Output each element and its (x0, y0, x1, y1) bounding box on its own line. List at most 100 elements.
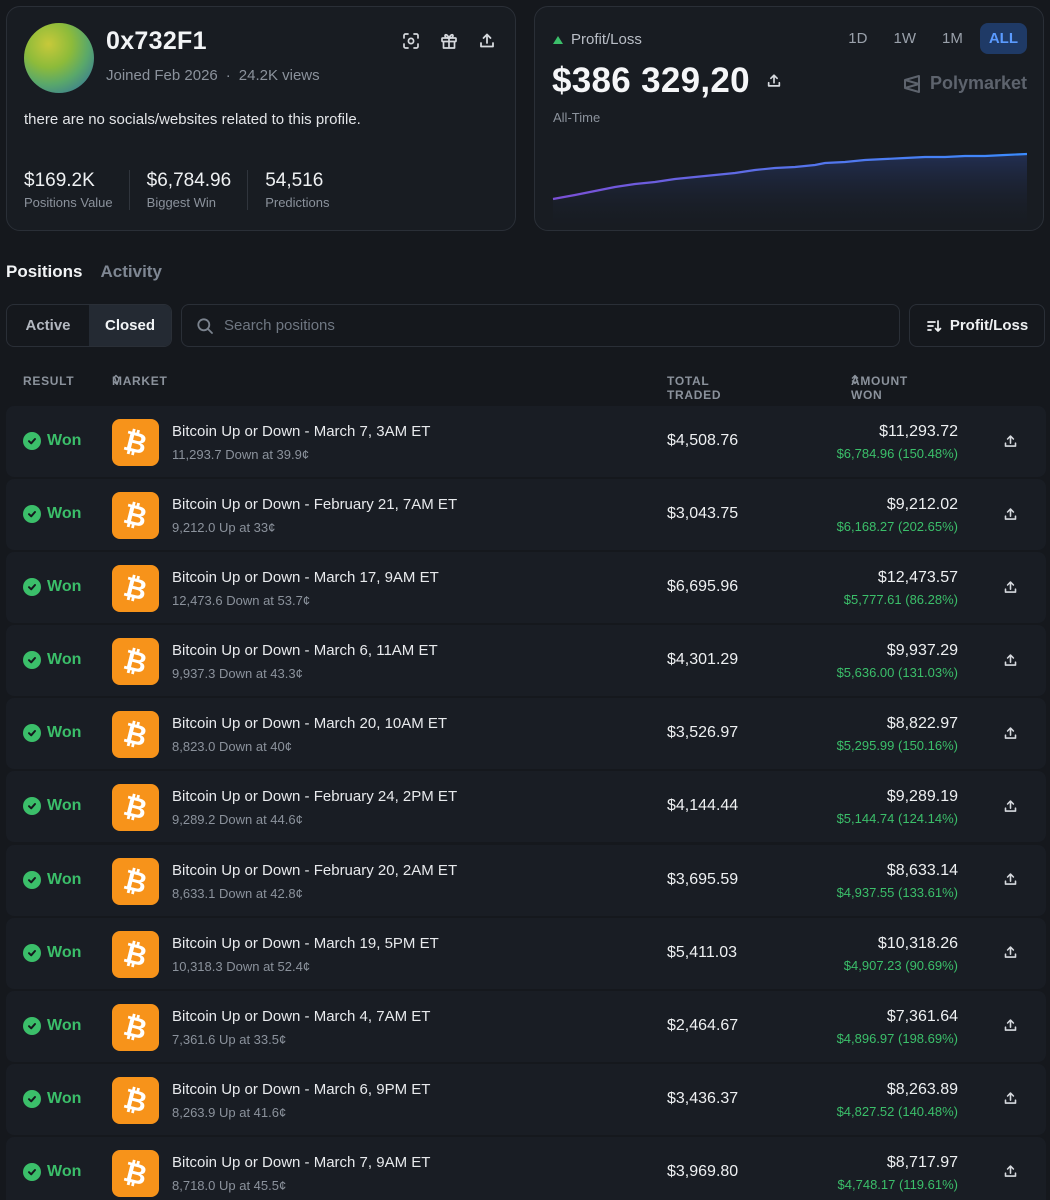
market-title[interactable]: Bitcoin Up or Down - February 21, 7AM ET (172, 496, 457, 513)
toggle-active[interactable]: Active (7, 305, 89, 346)
result-badge: Won (23, 432, 81, 450)
bitcoin-icon[interactable]: ₿ (112, 711, 159, 759)
total-traded: $4,508.76 (667, 432, 739, 449)
share-icon[interactable] (1001, 871, 1019, 889)
amount-won: $9,937.29 (886, 642, 958, 660)
table-row[interactable]: Won ₿ Bitcoin Up or Down - March 7, 3AM ET… (6, 406, 1046, 477)
table-row[interactable]: Won ₿ Bitcoin Up or Down - February 21, 7A… (6, 479, 1046, 551)
table-row[interactable]: Won ₿ Bitcoin Up or Down - February 20, 2A… (6, 844, 1046, 916)
position-detail: 7,361.6 Up at 33.5¢ (172, 1031, 287, 1047)
result-badge: Won (23, 578, 81, 597)
amount-won: $11,293.72 (879, 423, 958, 440)
market-title[interactable]: Bitcoin Up or Down - March 19, 5PM ET (172, 935, 439, 952)
range-1w[interactable]: 1W (884, 23, 925, 54)
total-traded: $3,695.59 (667, 870, 739, 888)
stat-value: $6,784.96 (146, 170, 232, 191)
result-badge: Won (23, 1016, 81, 1035)
share-icon[interactable] (1001, 1163, 1019, 1181)
header-amount-won[interactable]: AMOUNT WON (851, 374, 907, 402)
stat-label: Biggest Win (146, 195, 217, 210)
table-row[interactable]: Won ₿ Bitcoin Up or Down - February 24, 2P… (6, 771, 1046, 843)
search-input[interactable] (224, 317, 864, 334)
share-icon[interactable] (1001, 1017, 1019, 1035)
amount-won: $12,473.57 (877, 569, 958, 587)
bitcoin-icon[interactable]: ₿ (112, 638, 159, 686)
position-detail: 10,318.3 Down at 52.4¢ (172, 958, 311, 974)
bitcoin-icon[interactable]: ₿ (112, 1149, 159, 1197)
share-icon[interactable] (1001, 578, 1019, 596)
amount-won: $8,717.97 (886, 1153, 958, 1171)
brand-name: Polymarket (929, 73, 1027, 93)
stat-value: $169.2K (24, 170, 95, 191)
market-title[interactable]: Bitcoin Up or Down - March 7, 9AM ET (172, 1154, 430, 1171)
sort-button[interactable]: Profit/Loss (909, 304, 1045, 347)
header-market[interactable]: MARKET (112, 374, 167, 388)
amount-won: $8,633.14 (886, 861, 958, 879)
bitcoin-icon[interactable]: ₿ (112, 1076, 159, 1124)
bitcoin-icon[interactable]: ₿ (112, 492, 159, 540)
result-badge: Won (23, 870, 81, 889)
profile-actions (401, 31, 497, 51)
result-badge: Won (23, 1089, 81, 1108)
table-row[interactable]: Won ₿ Bitcoin Up or Down - March 20, 10AM … (6, 698, 1046, 770)
market-title[interactable]: Bitcoin Up or Down - February 24, 2PM ET (172, 788, 457, 805)
share-icon[interactable] (1001, 432, 1019, 450)
total-traded: $4,301.29 (667, 651, 739, 669)
share-icon[interactable] (1001, 1090, 1019, 1108)
share-icon[interactable] (764, 71, 784, 91)
pnl-chart-area (553, 154, 1027, 230)
range-all[interactable]: ALL (979, 23, 1027, 54)
check-circle-icon (23, 797, 41, 816)
market-title[interactable]: Bitcoin Up or Down - March 4, 7AM ET (172, 1008, 430, 1025)
gift-icon[interactable] (439, 31, 459, 51)
tab-positions[interactable]: Positions (6, 262, 83, 282)
range-1d[interactable]: 1D (839, 23, 876, 54)
profit-value: $4,907.23 (90.69%) (843, 957, 958, 973)
meta-separator: · (225, 67, 231, 84)
bitcoin-icon[interactable]: ₿ (112, 930, 159, 978)
market-title[interactable]: Bitcoin Up or Down - March 7, 3AM ET (172, 423, 430, 440)
bitcoin-icon[interactable]: ₿ (112, 565, 159, 613)
share-icon[interactable] (477, 31, 497, 51)
stat-positions-value: $169.2K Positions Value (24, 170, 130, 210)
total-traded: $3,043.75 (667, 505, 739, 523)
bitcoin-icon[interactable]: ₿ (112, 419, 159, 466)
table-row[interactable]: Won ₿ Bitcoin Up or Down - March 17, 9AM E… (6, 552, 1046, 624)
share-icon[interactable] (1001, 797, 1019, 815)
table-row[interactable]: Won ₿ Bitcoin Up or Down - March 6, 11AM E… (6, 625, 1046, 697)
polymarket-logo-icon (903, 74, 920, 93)
share-icon[interactable] (1001, 724, 1019, 742)
scan-icon[interactable] (401, 31, 421, 51)
share-icon[interactable] (1001, 651, 1019, 669)
share-icon[interactable] (1001, 505, 1019, 523)
bitcoin-icon[interactable]: ₿ (112, 784, 159, 832)
bitcoin-icon[interactable]: ₿ (112, 857, 159, 905)
positions-list: Won ₿ Bitcoin Up or Down - March 7, 3AM ET… (6, 406, 1046, 1200)
header-market-text: MARKET (112, 374, 168, 388)
sort-icon (926, 319, 942, 332)
toggle-closed[interactable]: Closed (89, 305, 171, 346)
table-row[interactable]: Won ₿ Bitcoin Up or Down - March 19, 5PM E… (6, 917, 1046, 989)
market-title[interactable]: Bitcoin Up or Down - March 20, 10AM ET (172, 715, 447, 732)
share-icon[interactable] (1001, 944, 1019, 962)
market-title[interactable]: Bitcoin Up or Down - March 6, 9PM ET (172, 1081, 430, 1098)
range-1m[interactable]: 1M (933, 23, 972, 54)
check-circle-icon (23, 505, 41, 524)
profit-value: $4,896.97 (198.69%) (836, 1030, 958, 1046)
table-row[interactable]: Won ₿ Bitcoin Up or Down - March 6, 9PM ET… (6, 1063, 1046, 1135)
market-title[interactable]: Bitcoin Up or Down - February 20, 2AM ET (172, 862, 457, 879)
bitcoin-icon[interactable]: ₿ (112, 1003, 159, 1051)
market-title[interactable]: Bitcoin Up or Down - March 17, 9AM ET (172, 569, 439, 586)
profit-value: $6,784.96 (150.48%) (836, 446, 958, 461)
market-title[interactable]: Bitcoin Up or Down - March 6, 11AM ET (172, 642, 438, 659)
tab-activity[interactable]: Activity (101, 262, 162, 282)
profit-value: $5,636.00 (131.03%) (836, 665, 958, 681)
table-row[interactable]: Won ₿ Bitcoin Up or Down - March 4, 7AM ET… (6, 990, 1046, 1062)
table-row[interactable]: Won ₿ Bitcoin Up or Down - March 7, 9AM ET… (6, 1136, 1046, 1200)
position-detail: 8,633.1 Down at 42.8¢ (172, 885, 303, 901)
pnl-card: Profit/Loss $386 329,20 All-Time 1D 1W 1… (534, 6, 1044, 231)
check-circle-icon (23, 651, 41, 670)
result-label: Won (47, 724, 82, 742)
header-amount-won-text: AMOUNT WON (851, 374, 908, 402)
profile-card: 0x732F1 Joined Feb 2026 · 24.2K views ther… (6, 6, 516, 231)
